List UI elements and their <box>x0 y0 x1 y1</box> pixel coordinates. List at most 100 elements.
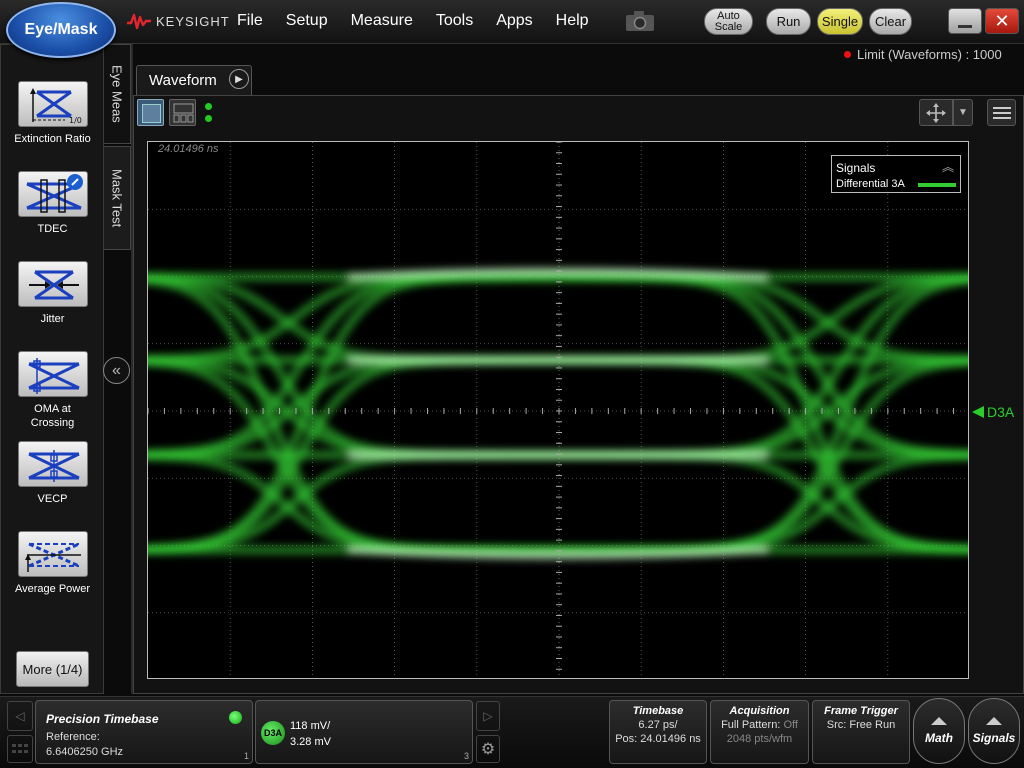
run-button[interactable]: Run <box>766 8 811 35</box>
average-power-label: Average Power <box>14 583 90 595</box>
full-pattern-label: Full Pattern: <box>721 719 781 731</box>
jitter-label: Jitter <box>40 313 65 325</box>
precision-timebase-title: Precision Timebase <box>46 712 159 726</box>
multi-grid-layout-button[interactable] <box>169 99 196 126</box>
average-power-icon <box>17 531 88 577</box>
oma-crossing-icon <box>17 351 88 397</box>
points-per-waveform: 2048 pts/wfm <box>726 733 793 745</box>
menu-help[interactable]: Help <box>556 12 589 30</box>
menu-tools[interactable]: Tools <box>436 12 473 30</box>
acquisition-title: Acquisition <box>729 705 790 717</box>
tab-waveform-label: Waveform <box>149 72 217 89</box>
extinction-ratio-button[interactable]: 1/0 Extinction Ratio <box>1 81 104 146</box>
pan-move-icon[interactable] <box>919 99 953 126</box>
vecp-icon <box>17 441 88 487</box>
autoscale-button[interactable]: Auto Scale <box>704 8 753 35</box>
tdec-label: TDEC <box>37 223 68 235</box>
signals-legend[interactable]: Signals ︽ Differential 3A <box>831 155 961 193</box>
play-arrow-icon[interactable]: ▶ <box>229 69 249 89</box>
eye-diagram-canvas <box>148 142 968 678</box>
panel-index: 1 <box>243 751 249 761</box>
scroll-right-icon[interactable]: ▷ <box>476 701 500 731</box>
vertical-scale: 118 mV/ <box>290 720 331 732</box>
ratio-icon-text: 1/0 <box>69 116 82 125</box>
single-grid-layout-button[interactable] <box>137 99 164 126</box>
math-button[interactable]: Math <box>913 698 965 764</box>
menu-setup[interactable]: Setup <box>286 12 328 30</box>
minimize-button[interactable] <box>948 8 982 34</box>
close-button[interactable]: ✕ <box>985 8 1019 34</box>
timebase-title: Timebase <box>632 705 684 717</box>
channel-d3a-panel[interactable]: D3A 118 mV/ 3.28 mV 3 <box>255 700 473 764</box>
frame-trigger-panel[interactable]: Frame Trigger Src: Free Run <box>812 700 910 764</box>
top-menu-bar: KEYSIGHT File Setup Measure Tools Apps H… <box>0 0 1024 44</box>
keysight-wave-icon <box>127 13 151 30</box>
menu-apps[interactable]: Apps <box>496 12 532 30</box>
tab-eye-meas[interactable]: Eye Meas <box>104 44 131 144</box>
timebase-panel[interactable]: Timebase 6.27 ps/ Pos: 24.01496 ns <box>609 700 707 764</box>
jitter-icon <box>17 261 88 307</box>
extinction-ratio-icon: 1/0 <box>17 81 88 127</box>
gear-icon[interactable]: ⚙ <box>476 735 500 763</box>
panel-index: 3 <box>463 751 469 761</box>
extinction-ratio-label: Extinction Ratio <box>14 133 91 145</box>
clear-button[interactable]: Clear <box>869 8 912 35</box>
acquisition-status-indicator <box>205 103 212 127</box>
channel-marker[interactable]: D3A <box>972 404 1014 420</box>
vecp-label: VECP <box>37 493 68 505</box>
acquisition-panel[interactable]: Acquisition Full Pattern: Off 2048 pts/w… <box>710 700 809 764</box>
camera-icon[interactable] <box>624 9 656 33</box>
tdec-button[interactable]: TDEC <box>1 171 104 236</box>
menu-file[interactable]: File <box>237 12 263 30</box>
timebase-position: Pos: 24.01496 ns <box>615 733 701 745</box>
time-position-label: 24.01496 ns <box>158 143 219 155</box>
grid-view-icon[interactable] <box>7 735 33 763</box>
vecp-button[interactable]: VECP <box>1 441 104 506</box>
reference-label: Reference: <box>46 731 100 743</box>
average-power-button[interactable]: Average Power <box>1 531 104 596</box>
main-menu: File Setup Measure Tools Apps Help <box>237 12 612 30</box>
legend-signal-name: Differential 3A <box>836 178 905 190</box>
precision-timebase-panel[interactable]: Precision Timebase Reference: 6.6406250 … <box>35 700 253 764</box>
status-led <box>229 711 242 724</box>
limit-status-text: Limit (Waveforms) : 1000 <box>857 47 1002 62</box>
eye-mask-app-button[interactable]: Eye/Mask <box>6 2 116 58</box>
eye-measurement-panel: 1/0 Extinction Ratio TDEC Jitter OMA at … <box>0 44 104 694</box>
legend-title: Signals <box>836 161 876 175</box>
scroll-left-icon[interactable]: ◁ <box>7 701 33 731</box>
eye-diagram-plot[interactable] <box>147 141 969 679</box>
tab-eye-meas-label: Eye Meas <box>109 65 125 123</box>
chevron-up-icon <box>931 717 947 725</box>
frame-trigger-title: Frame Trigger <box>824 705 898 717</box>
menu-measure[interactable]: Measure <box>351 12 413 30</box>
limit-status: Limit (Waveforms) : 1000 <box>844 47 1002 62</box>
limit-status-dot <box>844 51 851 58</box>
tab-mask-test[interactable]: Mask Test <box>104 146 131 250</box>
reference-frequency: 6.6406250 GHz <box>46 746 124 758</box>
oma-crossing-label: OMA at Crossing <box>30 403 75 429</box>
tab-mask-test-label: Mask Test <box>109 168 125 228</box>
menu-icon[interactable] <box>987 99 1016 126</box>
chevron-up-icon <box>986 717 1002 725</box>
single-button[interactable]: Single <box>817 8 863 35</box>
more-measurements-button[interactable]: More (1/4) <box>16 651 89 687</box>
legend-swatch <box>918 183 956 187</box>
oma-crossing-button[interactable]: OMA at Crossing <box>1 351 104 430</box>
signals-button[interactable]: Signals <box>968 698 1020 764</box>
brand-logo: KEYSIGHT <box>126 12 230 30</box>
full-pattern-value: Off <box>783 719 798 731</box>
brand-text: KEYSIGHT <box>156 13 230 29</box>
vertical-offset: 3.28 mV <box>290 736 331 748</box>
timebase-scale: 6.27 ps/ <box>638 719 678 731</box>
autoscale-label-line1: Auto <box>717 9 740 22</box>
chevron-down-icon[interactable]: ▼ <box>953 99 973 126</box>
autoscale-label-line2: Scale <box>714 20 743 33</box>
marker-triangle-icon <box>972 406 984 418</box>
chevron-up-icon[interactable]: ︽ <box>942 158 954 175</box>
math-label: Math <box>925 731 953 745</box>
trigger-source: Src: Free Run <box>826 719 896 731</box>
channel-marker-label: D3A <box>987 404 1015 420</box>
collapse-panel-button[interactable]: « <box>103 357 130 384</box>
jitter-button[interactable]: Jitter <box>1 261 104 326</box>
channel-badge[interactable]: D3A <box>261 721 285 745</box>
